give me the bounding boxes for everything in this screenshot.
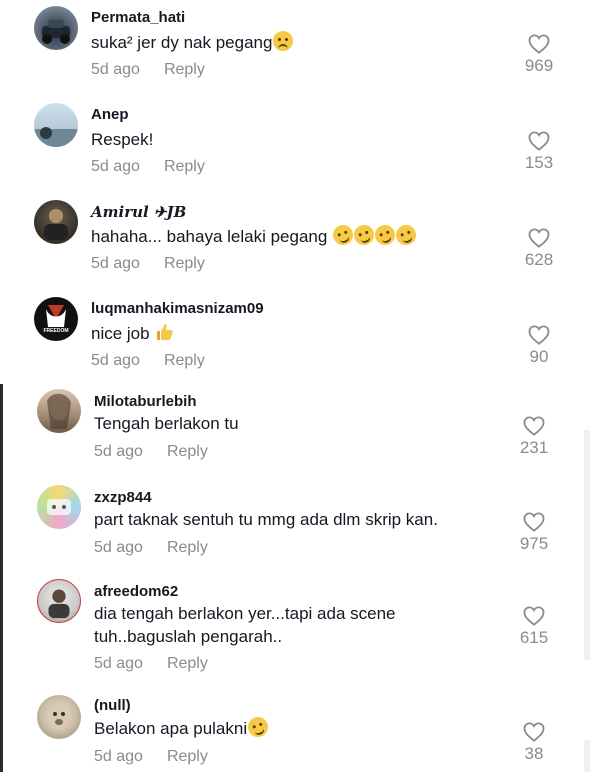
comment-text-line-1: dia tengah berlakon yer...tapi ada scene	[94, 604, 396, 623]
like-button[interactable]: 153	[509, 131, 569, 173]
like-count: 38	[524, 744, 544, 763]
comment-time: 5d ago	[91, 255, 140, 272]
reply-button[interactable]: Reply	[164, 158, 205, 175]
comment-text: part taknak sentuh tu mmg ada dlm skrip …	[94, 510, 438, 529]
rofl-emoji	[330, 222, 356, 248]
heart-outline-icon	[523, 722, 545, 742]
comment-meta: 5d ago Reply	[91, 352, 205, 370]
like-count: 153	[524, 153, 554, 172]
avatar-badge-text: FREEDOM	[43, 328, 69, 334]
avatar[interactable]	[37, 695, 81, 739]
heart-outline-icon	[523, 512, 545, 532]
comment-username[interactable]: Permata_hati	[91, 9, 185, 26]
comment-meta: 5d ago Reply	[91, 61, 205, 79]
reply-button[interactable]: Reply	[167, 443, 208, 460]
like-button[interactable]: 628	[509, 228, 569, 270]
heart-outline-icon	[523, 416, 545, 436]
like-count: 615	[519, 628, 549, 647]
comment-text: Belakon apa pulakni	[94, 714, 271, 741]
comment-username[interactable]: zxzp844	[94, 489, 152, 506]
avatar[interactable]	[37, 579, 81, 623]
reply-button[interactable]: Reply	[164, 61, 205, 78]
rofl-emoji	[372, 222, 398, 248]
comment-time: 5d ago	[94, 539, 143, 556]
comment-username[interactable]: 𝑨𝒎𝒊𝒓𝒖𝒍 ✈JB	[91, 203, 186, 221]
comment-text: suka² jer dy nak pegang	[91, 31, 294, 55]
reply-thread-line	[0, 384, 3, 772]
avatar[interactable]	[34, 6, 78, 50]
reply-button[interactable]: Reply	[164, 352, 205, 369]
like-count: 90	[529, 347, 549, 366]
comment-time: 5d ago	[94, 443, 143, 460]
heart-outline-icon	[528, 228, 550, 248]
comment-time: 5d ago	[91, 158, 140, 175]
comment-username[interactable]: Anep	[91, 106, 129, 123]
avatar[interactable]	[37, 389, 81, 433]
like-count: 969	[524, 56, 554, 75]
comment-username[interactable]: afreedom62	[94, 583, 178, 600]
comment-text: nice job	[91, 322, 174, 346]
avatar[interactable]	[34, 103, 78, 147]
comment-text: hahaha... bahaya lelaki pegang	[91, 222, 419, 249]
comment-username[interactable]: luqmanhakimasnizam09	[91, 300, 264, 317]
avatar[interactable]	[34, 200, 78, 244]
rofl-emoji	[351, 222, 377, 248]
rofl-emoji	[393, 222, 419, 248]
comment-time: 5d ago	[91, 61, 140, 78]
comment-meta: 5d ago Reply	[94, 443, 208, 461]
comment-time: 5d ago	[91, 352, 140, 369]
comment-username[interactable]: Milotaburlebih	[94, 393, 197, 410]
comment-text: Respek!	[91, 130, 154, 149]
rofl-emoji	[245, 714, 271, 740]
like-count: 628	[524, 250, 554, 269]
like-button[interactable]: 90	[509, 325, 569, 367]
comment-meta: 5d ago Reply	[94, 539, 208, 557]
comment-time: 5d ago	[94, 655, 143, 672]
like-button[interactable]: 38	[504, 722, 564, 764]
like-button[interactable]: 231	[504, 416, 564, 458]
scrollbar-lower[interactable]	[584, 740, 590, 772]
comment-meta: 5d ago Reply	[91, 158, 205, 176]
like-count: 975	[519, 534, 549, 553]
comment-meta: 5d ago Reply	[94, 748, 208, 766]
scrollbar[interactable]	[584, 430, 590, 660]
avatar[interactable]	[37, 485, 81, 529]
like-count: 231	[519, 438, 549, 457]
comment-username[interactable]: (null)	[94, 697, 131, 714]
comment-time: 5d ago	[94, 748, 143, 765]
comment-meta: 5d ago Reply	[94, 655, 208, 673]
comment-text-line-2: tuh..baguslah pengarah..	[94, 627, 283, 646]
reply-button[interactable]: Reply	[167, 655, 208, 672]
thumbs-up-emoji	[157, 324, 174, 340]
like-button[interactable]: 969	[509, 34, 569, 76]
unamused-face-emoji	[273, 31, 294, 51]
heart-outline-icon	[528, 325, 550, 345]
heart-outline-icon	[528, 34, 550, 54]
like-button[interactable]: 975	[504, 512, 564, 554]
heart-outline-icon	[523, 606, 545, 626]
comment-meta: 5d ago Reply	[91, 255, 205, 273]
reply-button[interactable]: Reply	[164, 255, 205, 272]
heart-outline-icon	[528, 131, 550, 151]
avatar[interactable]: FREEDOM	[34, 297, 78, 341]
comment-text: Tengah berlakon tu	[94, 414, 239, 433]
like-button[interactable]: 615	[504, 606, 564, 648]
reply-button[interactable]: Reply	[167, 539, 208, 556]
reply-button[interactable]: Reply	[167, 748, 208, 765]
